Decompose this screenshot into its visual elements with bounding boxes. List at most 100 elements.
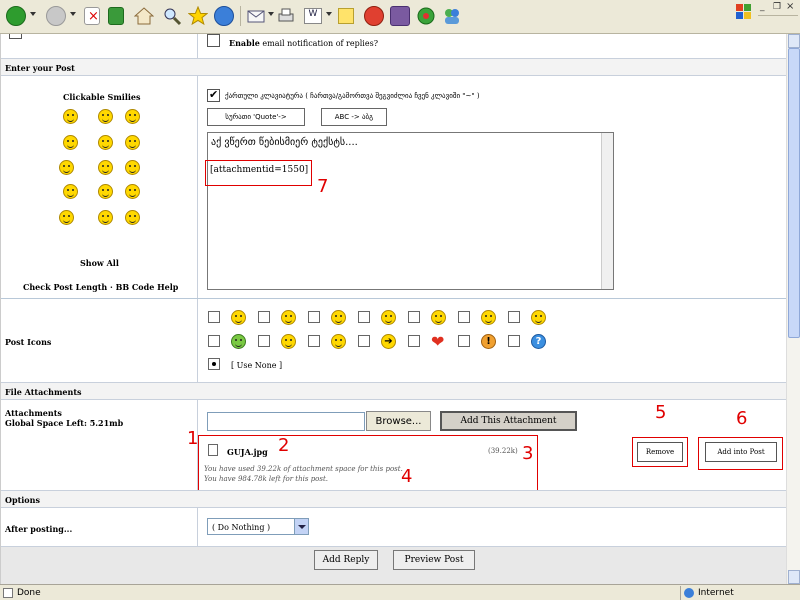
post-tools-links: Check Post Length · BB Code Help — [23, 282, 178, 292]
browse-button[interactable]: Browse... — [366, 411, 431, 431]
scroll-thumb[interactable] — [788, 48, 800, 338]
smilie-shock-icon[interactable] — [63, 184, 78, 199]
smilie-frown-icon[interactable] — [125, 184, 140, 199]
chevron-down-icon[interactable] — [294, 519, 308, 534]
georgian-keyboard-checkbox[interactable] — [207, 88, 220, 102]
textarea-scrollbar[interactable] — [601, 133, 613, 289]
icq-button[interactable] — [416, 4, 436, 28]
section-options: Options — [1, 490, 786, 508]
windows-logo-icon — [734, 2, 754, 22]
smilie-smile-icon[interactable] — [63, 109, 78, 124]
post-icon-mad-icon — [531, 310, 546, 325]
post-icon-radio[interactable] — [208, 311, 220, 323]
edit-button[interactable]: W — [304, 4, 322, 28]
back-button[interactable] — [6, 4, 26, 28]
edit-dropdown-icon[interactable] — [326, 12, 332, 16]
globe-icon — [684, 588, 694, 598]
scroll-up-icon[interactable] — [788, 34, 800, 48]
post-icon-radio[interactable] — [208, 335, 220, 347]
annotation-6: 6 — [736, 408, 748, 429]
post-icon-radio[interactable] — [508, 335, 520, 347]
favorites-button[interactable] — [188, 4, 208, 28]
post-icon-frown-icon — [281, 310, 296, 325]
use-none-label: [ Use None ] — [231, 361, 283, 370]
search-icon — [164, 8, 182, 26]
media-icon — [390, 6, 410, 26]
close-icon[interactable]: × — [786, 1, 794, 12]
smilie-confused-icon[interactable] — [98, 135, 113, 150]
post-icon-radio[interactable] — [458, 335, 470, 347]
status-text: Done — [17, 588, 41, 598]
post-icon-radio[interactable] — [258, 311, 270, 323]
scroll-down-icon[interactable] — [788, 570, 800, 584]
smilie-mad-icon[interactable] — [59, 210, 74, 225]
stop-button[interactable]: × — [84, 4, 100, 28]
annotation-2: 2 — [278, 435, 290, 456]
mail-button[interactable] — [246, 4, 266, 28]
home-icon — [134, 7, 154, 25]
check-post-length-link[interactable]: Check Post Length — [23, 282, 107, 292]
home-button[interactable] — [134, 4, 154, 28]
partial-checkbox[interactable] — [9, 34, 22, 39]
discuss-button[interactable] — [338, 4, 354, 28]
message-textarea[interactable]: აქ ვწერთ წებისმიერ ტექსტს.... [attachmen… — [207, 132, 614, 290]
smilie-eek-icon[interactable] — [98, 160, 113, 175]
restore-icon[interactable]: ❐ — [773, 2, 781, 12]
email-notify-checkbox[interactable] — [207, 34, 220, 47]
smilie-laugh-icon[interactable] — [98, 184, 113, 199]
back-dropdown-icon[interactable] — [30, 12, 36, 16]
post-icon-radio[interactable] — [308, 311, 320, 323]
post-icon-radio[interactable] — [308, 335, 320, 347]
smilie-cool-icon[interactable] — [59, 160, 74, 175]
post-icon-radio[interactable] — [408, 311, 420, 323]
annotation-7: 7 — [317, 176, 329, 197]
global-space-label: Global Space Left: 5.21mb — [5, 418, 124, 428]
smilie-plain-icon[interactable] — [125, 160, 140, 175]
media-button[interactable] — [390, 4, 410, 28]
star-icon — [188, 6, 208, 26]
annotation-5: 5 — [655, 402, 667, 423]
page-scrollbar[interactable] — [786, 34, 800, 584]
add-attachment-button[interactable]: Add This Attachment — [440, 411, 577, 431]
abc-convert-button[interactable]: ABC -> აბგ — [321, 108, 387, 126]
annotation-box-attachment — [198, 435, 538, 497]
smilie-angel-icon[interactable] — [63, 135, 78, 150]
history-button[interactable] — [214, 4, 234, 28]
after-posting-select[interactable]: ( Do Nothing ) — [207, 518, 309, 535]
smilie-wink-icon[interactable] — [125, 109, 140, 124]
post-icon-radio[interactable] — [458, 311, 470, 323]
post-icon-none-radio[interactable] — [208, 358, 220, 370]
post-icon-cool-icon — [331, 334, 346, 349]
bb-code-help-link[interactable]: BB Code Help — [116, 282, 179, 292]
divider — [1, 298, 786, 299]
search-button[interactable] — [162, 4, 182, 28]
forward-button[interactable] — [46, 4, 66, 28]
history-icon — [214, 6, 234, 26]
post-icon-radio[interactable] — [508, 311, 520, 323]
msn-button[interactable] — [442, 4, 462, 28]
print-button[interactable] — [276, 4, 296, 28]
post-icon-radio[interactable] — [408, 335, 420, 347]
post-icon-eek-icon — [431, 310, 446, 325]
flower-icon — [417, 7, 435, 25]
post-icon-grin-icon — [381, 310, 396, 325]
smilie-rolleyes-icon[interactable] — [125, 135, 140, 150]
post-icon-radio[interactable] — [358, 311, 370, 323]
post-icon-radio[interactable] — [358, 335, 370, 347]
quote-button[interactable]: სურათი 'Quote'-> — [207, 108, 305, 126]
show-all-link[interactable]: Show All — [80, 258, 119, 268]
security-zone-label: Internet — [698, 588, 734, 598]
smilie-sunglasses-icon[interactable] — [125, 210, 140, 225]
refresh-button[interactable] — [108, 4, 124, 28]
minimize-icon[interactable]: _ — [760, 2, 765, 12]
attachment-file-input[interactable] — [207, 412, 365, 431]
messenger-button[interactable] — [364, 4, 384, 28]
mail-dropdown-icon[interactable] — [268, 12, 274, 16]
section-options-title: Options — [5, 495, 40, 505]
smilie-tongue-icon[interactable] — [98, 210, 113, 225]
smilie-grin-icon[interactable] — [98, 109, 113, 124]
add-reply-button[interactable]: Add Reply — [314, 550, 378, 570]
post-icon-radio[interactable] — [258, 335, 270, 347]
forward-dropdown-icon[interactable] — [70, 12, 76, 16]
preview-post-button[interactable]: Preview Post — [393, 550, 475, 570]
